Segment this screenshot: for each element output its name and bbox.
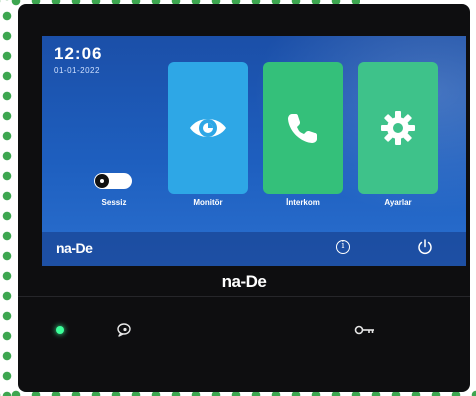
gear-icon: [381, 111, 415, 145]
talk-unlock-icon[interactable]: [116, 322, 132, 338]
info-icon[interactable]: i: [336, 240, 350, 254]
background-dots-left: [0, 0, 14, 396]
panel-divider: [18, 296, 470, 297]
phone-icon: [288, 114, 317, 143]
key-icon[interactable]: [354, 324, 376, 336]
screen-bottom-bar: na-De i: [42, 232, 466, 266]
device-brand-logo: na-De: [221, 272, 267, 291]
settings-tile[interactable]: [358, 62, 438, 194]
status-led: [56, 326, 64, 334]
toggle-knob: [95, 174, 109, 188]
screen-logo: na-De: [56, 240, 93, 256]
monitor-tile[interactable]: [168, 62, 248, 194]
clock-date: 01-01-2022: [54, 66, 100, 75]
touch-screen: 12:06 01-01-2022 Monitör İnterkom Ayarla…: [42, 36, 466, 266]
mute-toggle[interactable]: [94, 173, 132, 189]
intercom-tile-label: İnterkom: [286, 198, 320, 207]
monitor-tile-label: Monitör: [193, 198, 223, 207]
intercom-device: 12:06 01-01-2022 Monitör İnterkom Ayarla…: [18, 4, 470, 392]
intercom-tile[interactable]: [263, 62, 343, 194]
mute-toggle-label: Sessiz: [101, 198, 127, 207]
settings-tile-label: Ayarlar: [384, 198, 412, 207]
power-icon[interactable]: [416, 238, 434, 256]
clock-time: 12:06: [54, 44, 103, 63]
eye-icon: [190, 119, 226, 137]
